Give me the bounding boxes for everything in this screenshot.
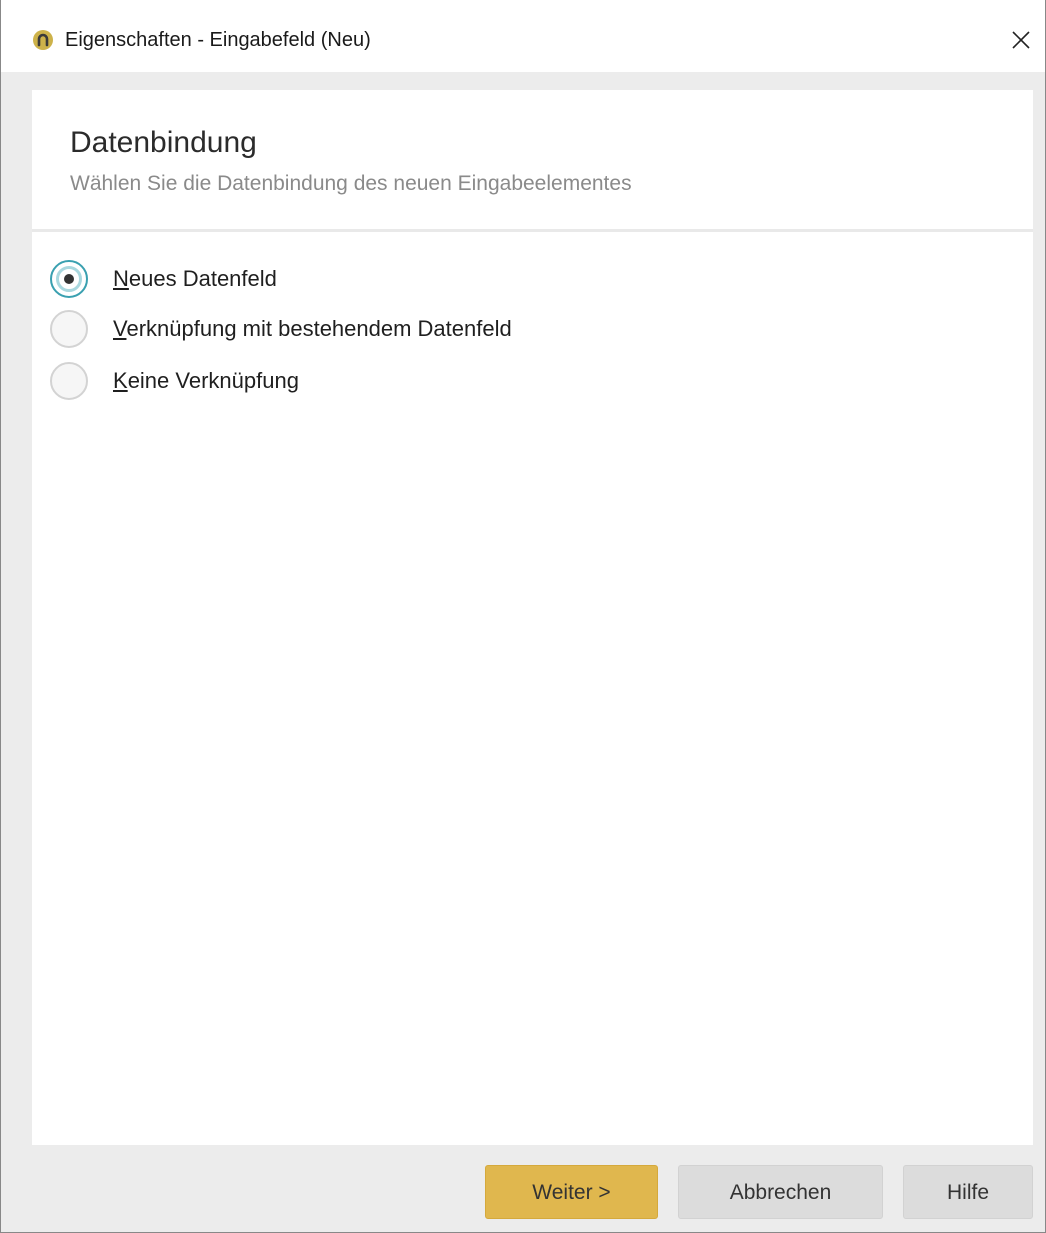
radio-button[interactable] xyxy=(50,310,88,348)
content-panel: Datenbindung Wählen Sie die Datenbindung… xyxy=(32,90,1033,1145)
properties-dialog: Eigenschaften - Eingabefeld (Neu) Datenb… xyxy=(0,0,1046,1233)
radio-label: Verknüpfung mit bestehendem Datenfeld xyxy=(113,316,512,341)
cancel-button[interactable]: Abbrechen xyxy=(678,1165,883,1219)
radio-button[interactable] xyxy=(50,362,88,400)
help-button[interactable]: Hilfe xyxy=(903,1165,1033,1219)
window-title: Eigenschaften - Eingabefeld (Neu) xyxy=(65,29,371,51)
radio-label: Neues Datenfeld xyxy=(113,266,277,291)
page-title: Datenbindung xyxy=(70,126,257,159)
close-button[interactable] xyxy=(1001,20,1041,60)
radio-button-checked[interactable] xyxy=(50,260,88,298)
radio-option-link-existing-field[interactable]: Verknüpfung mit bestehendem Datenfeld xyxy=(50,310,750,352)
radio-option-no-link[interactable]: Keine Verknüpfung xyxy=(50,362,750,404)
page-subtitle: Wählen Sie die Datenbindung des neuen Ei… xyxy=(70,172,632,195)
wizard-header: Datenbindung Wählen Sie die Datenbindung… xyxy=(32,90,1033,232)
next-button[interactable]: Weiter > xyxy=(485,1165,658,1219)
title-bar: Eigenschaften - Eingabefeld (Neu) xyxy=(1,0,1045,72)
radio-label: Keine Verknüpfung xyxy=(113,368,299,393)
app-logo-icon xyxy=(33,30,53,50)
radio-option-new-field[interactable]: Neues Datenfeld xyxy=(50,260,750,302)
